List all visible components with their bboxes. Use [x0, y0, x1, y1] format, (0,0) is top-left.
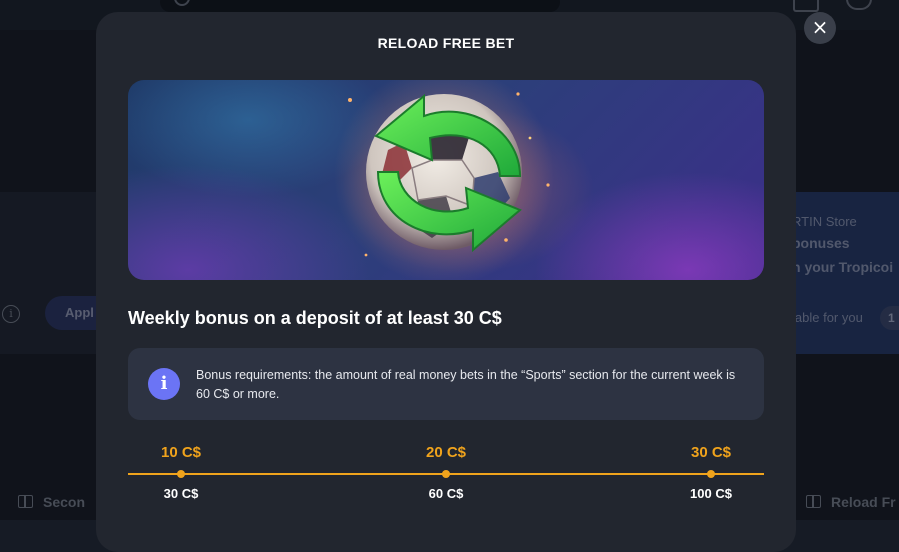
tier-deposit: 100 C$	[690, 486, 732, 501]
bonus-banner	[128, 80, 764, 280]
tier-bonus: 30 C$	[690, 444, 732, 461]
tier-3: 30 C$ 100 C$	[671, 444, 751, 501]
close-button[interactable]: ×	[804, 12, 836, 44]
tier-bonus: 20 C$	[425, 444, 467, 461]
requirements-text: Bonus requirements: the amount of real m…	[196, 368, 736, 401]
bonus-modal: RELOAD FREE BET Weekly bonus on a deposi…	[96, 12, 796, 552]
tier-bonus: 10 C$	[160, 444, 202, 461]
reload-ball-illustration	[334, 80, 554, 280]
tier-deposit: 60 C$	[428, 486, 464, 501]
requirements-box: i Bonus requirements: the amount of real…	[128, 348, 764, 420]
bonus-headline: Weekly bonus on a deposit of at least 30…	[128, 308, 502, 328]
tier-deposit: 30 C$	[163, 486, 199, 501]
info-icon: i	[148, 368, 180, 400]
tier-1: 10 C$ 30 C$	[141, 444, 221, 501]
modal-title: RELOAD FREE BET	[377, 35, 515, 51]
tier-marker	[442, 470, 450, 478]
tier-marker	[707, 470, 715, 478]
tier-2: 20 C$ 60 C$	[406, 444, 486, 501]
tier-marker	[177, 470, 185, 478]
